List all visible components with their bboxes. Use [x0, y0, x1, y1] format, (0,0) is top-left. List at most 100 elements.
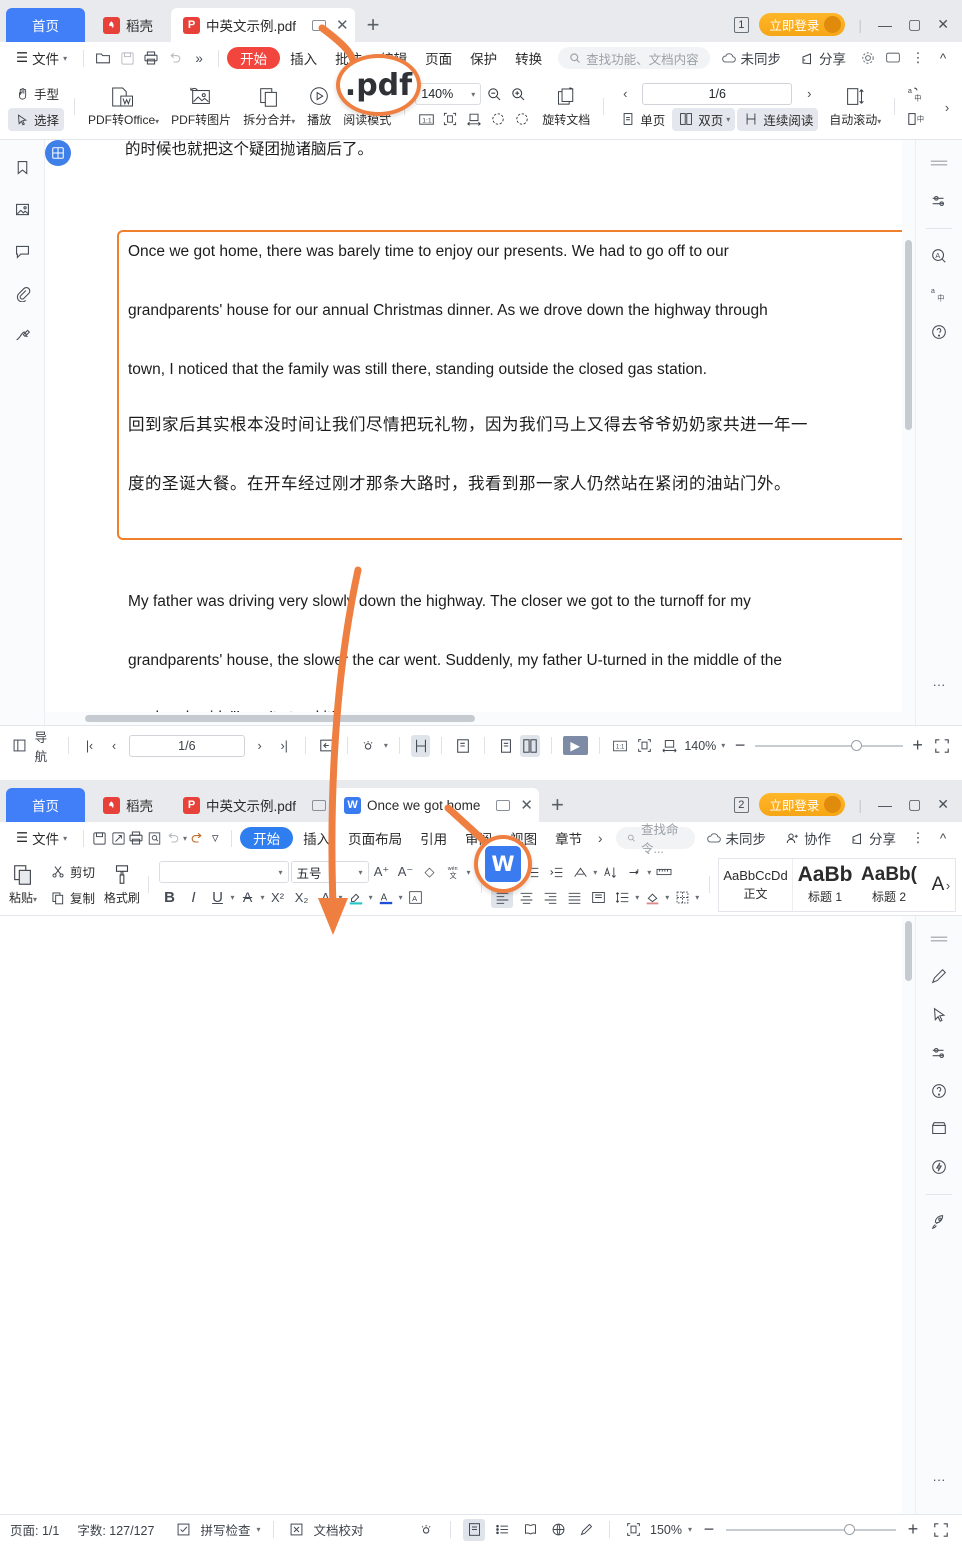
play-button[interactable]: 播放	[302, 76, 336, 138]
window-count-badge[interactable]: 2	[734, 796, 750, 813]
tab-home[interactable]: 首页	[6, 788, 85, 822]
align-center-icon[interactable]	[515, 886, 537, 908]
more-panel-icon[interactable]: ···	[928, 1468, 950, 1490]
sync-status[interactable]: 未同步	[698, 826, 775, 850]
translate-panel-icon[interactable]: a中	[928, 283, 950, 305]
chevron-down-icon[interactable]: ▾	[688, 1525, 692, 1534]
more-commands-icon[interactable]: »	[188, 47, 210, 69]
menu-tab-page[interactable]: 页面	[417, 46, 460, 70]
align-right-icon[interactable]	[539, 886, 561, 908]
reading-view-icon[interactable]	[519, 1519, 541, 1541]
back-view-icon[interactable]	[317, 735, 337, 757]
undo-icon[interactable]	[165, 827, 181, 849]
auto-scroll-button[interactable]: 自动滚动▾	[824, 76, 886, 138]
outline-view-icon[interactable]	[491, 1519, 513, 1541]
single-page-view-icon[interactable]	[496, 735, 516, 757]
char-border-icon[interactable]: A	[405, 886, 427, 908]
more-panel-icon[interactable]: ···	[928, 673, 950, 695]
fit-page-icon[interactable]	[439, 108, 461, 130]
spellcheck-label[interactable]: 拼写检查	[200, 1520, 250, 1539]
new-tab-button[interactable]: +	[367, 12, 380, 38]
pdf-zoom-value[interactable]: 140%	[684, 739, 716, 753]
font-color-icon[interactable]: A	[375, 886, 397, 908]
rotate-left-icon[interactable]	[487, 108, 509, 130]
menu-tab-convert[interactable]: 转换	[507, 46, 550, 70]
eye-view-icon[interactable]	[359, 735, 379, 757]
zoom-slider[interactable]	[726, 1523, 896, 1535]
subscript-icon[interactable]: X₂	[291, 886, 313, 908]
fullscreen-icon[interactable]	[930, 1519, 952, 1541]
scroll-thumb[interactable]	[905, 240, 912, 430]
open-icon[interactable]	[92, 47, 114, 69]
navigation-panel-icon[interactable]	[10, 735, 30, 757]
panel-collapse-icon[interactable]	[928, 928, 950, 950]
fit-width-icon[interactable]	[660, 735, 680, 757]
menu-tab-chapter[interactable]: 章节	[547, 826, 590, 850]
maximize-button[interactable]: ▢	[905, 16, 924, 33]
word-vertical-scrollbar[interactable]	[902, 916, 915, 1514]
rotate-right-icon[interactable]	[511, 108, 533, 130]
new-tab-button[interactable]: +	[551, 792, 564, 818]
distribute-icon[interactable]	[587, 886, 609, 908]
chevron-down-icon[interactable]: ▾	[721, 741, 725, 750]
word-zoom-value[interactable]: 150%	[650, 1523, 682, 1537]
close-button[interactable]: ✕	[934, 796, 952, 813]
share-button[interactable]: 分享	[792, 46, 854, 70]
first-page-icon[interactable]: |‹	[80, 735, 100, 757]
sort-icon[interactable]	[599, 861, 621, 883]
style-heading2[interactable]: AaBb( 标题 2	[857, 859, 921, 911]
next-page-icon[interactable]: ›	[250, 735, 270, 757]
attachment-icon[interactable]	[11, 282, 33, 304]
pdf-to-image-button[interactable]: PDF转图片	[166, 76, 236, 138]
double-page-button[interactable]: 双页 ▾	[672, 107, 736, 131]
double-page-view-icon[interactable]	[520, 734, 540, 757]
lightning-icon[interactable]	[928, 1156, 950, 1178]
pdf-page-canvas[interactable]: 的时候也就把这个疑团抛诸脑后了。 Once we got home, there…	[45, 140, 915, 725]
fit-page-icon[interactable]	[622, 1519, 644, 1541]
menu-tab-protect[interactable]: 保护	[462, 46, 505, 70]
style-heading1[interactable]: AaBb 标题 1	[793, 859, 857, 911]
word-page-canvas[interactable]	[0, 916, 915, 1514]
menu-tab-layout[interactable]: 页面布局	[340, 826, 410, 850]
split-merge-button[interactable]: 拆分合并▾	[238, 76, 300, 138]
tab-pdf-file[interactable]: P 中英文示例.pdf ✕	[171, 8, 355, 42]
highlight-pen-icon[interactable]	[575, 1519, 597, 1541]
tab-close-icon[interactable]: ✕	[520, 798, 533, 813]
feedback-icon[interactable]	[882, 47, 904, 69]
more-options-icon[interactable]: ⋮	[907, 827, 929, 849]
justify-icon[interactable]	[563, 886, 585, 908]
proofread-icon[interactable]	[286, 1519, 308, 1541]
cursor-arrow-icon[interactable]	[928, 1004, 950, 1026]
single-page-button[interactable]: 单页	[614, 108, 670, 131]
strikethrough-icon[interactable]: A	[237, 886, 259, 908]
zoom-plus-button[interactable]: +	[908, 735, 928, 757]
zoom-plus-button[interactable]: +	[902, 1519, 924, 1541]
print-preview-icon[interactable]	[147, 827, 163, 849]
search-box[interactable]: 查找功能、文档内容	[558, 47, 710, 69]
shading-icon[interactable]	[641, 886, 663, 908]
presentation-play-icon[interactable]: ▶	[562, 736, 588, 755]
continuous-view-icon[interactable]	[410, 734, 431, 757]
settings-sliders-icon[interactable]	[928, 190, 950, 212]
tab-pdf-file[interactable]: P 中英文示例.pdf	[171, 788, 333, 822]
rotate-document-button[interactable]: 旋转文档	[537, 76, 595, 138]
actual-size-icon[interactable]: 1:1	[611, 735, 631, 757]
format-painter-button[interactable]: 格式刷	[104, 854, 140, 916]
highlight-color-icon[interactable]	[345, 886, 367, 908]
print-layout-view-icon[interactable]	[463, 1518, 485, 1541]
prev-page-icon[interactable]: ‹	[104, 735, 124, 757]
italic-icon[interactable]: I	[183, 886, 205, 908]
collab-button[interactable]: 协作	[777, 826, 839, 850]
settings-gear-icon[interactable]	[857, 47, 879, 69]
proofread-label[interactable]: 文档校对	[314, 1520, 364, 1539]
ruler-icon[interactable]	[653, 861, 675, 883]
zoom-minus-button[interactable]: −	[730, 735, 750, 757]
chevron-down-icon[interactable]: ▾	[183, 834, 187, 843]
fit-width-icon[interactable]	[463, 108, 485, 130]
help-icon[interactable]	[928, 321, 950, 343]
thumbnail-icon[interactable]	[11, 198, 33, 220]
maximize-button[interactable]: ▢	[905, 796, 924, 813]
find-text-icon[interactable]: A	[928, 245, 950, 267]
menu-tab-reference[interactable]: 引用	[412, 826, 455, 850]
paste-button[interactable]: 粘贴▾	[6, 854, 40, 916]
